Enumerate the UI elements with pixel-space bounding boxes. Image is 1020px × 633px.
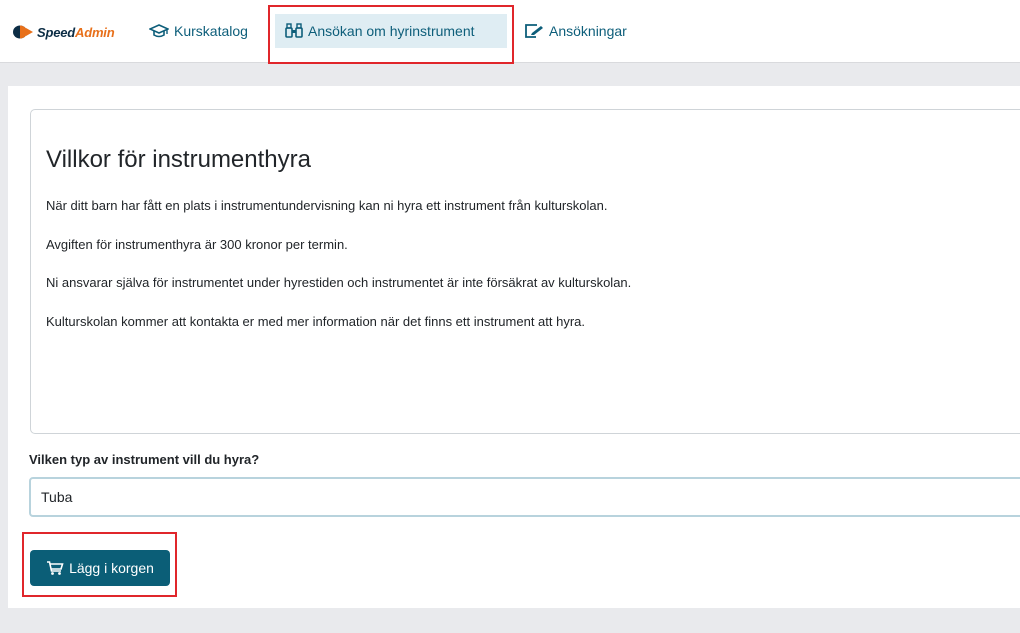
terms-paragraph: Avgiften för instrumenthyra är 300 krono… <box>46 237 348 252</box>
main-panel: Villkor för instrumenthyra När ditt barn… <box>8 86 1020 608</box>
binoculars-icon <box>285 23 303 38</box>
graduation-cap-icon <box>149 24 169 38</box>
add-to-cart-label: Lägg i korgen <box>69 560 154 576</box>
terms-paragraph: Ni ansvarar själva för instrumentet unde… <box>46 275 632 290</box>
terms-paragraph: Kulturskolan kommer att kontakta er med … <box>46 314 586 329</box>
instrument-type-value: Tuba <box>41 489 73 505</box>
edit-document-icon <box>525 24 543 38</box>
add-to-cart-button[interactable]: Lägg i korgen <box>30 550 170 586</box>
nav-item-label: Ansökan om hyrinstrument <box>308 23 475 39</box>
top-navbar: SpeedAdmin Kurskatalog Ansökan om hyrins… <box>0 0 1020 63</box>
brand-logo[interactable]: SpeedAdmin <box>12 22 115 42</box>
nav-item-kurskatalog[interactable]: Kurskatalog <box>149 14 248 48</box>
instrument-type-select[interactable]: Tuba <box>29 477 1020 517</box>
brand-name: SpeedAdmin <box>37 24 115 40</box>
terms-paragraph: När ditt barn har fått en plats i instru… <box>46 198 608 213</box>
nav-item-ansokningar[interactable]: Ansökningar <box>524 14 627 48</box>
cart-icon <box>47 561 64 575</box>
nav-item-label: Ansökningar <box>549 23 627 39</box>
instrument-type-label: Vilken typ av instrument vill du hyra? <box>29 452 260 467</box>
nav-item-ansokan-hyrinstrument[interactable]: Ansökan om hyrinstrument <box>275 14 507 48</box>
terms-title: Villkor för instrumenthyra <box>46 146 311 173</box>
speedadmin-logo-icon <box>13 25 33 39</box>
terms-card: Villkor för instrumenthyra När ditt barn… <box>30 109 1020 434</box>
nav-item-label: Kurskatalog <box>174 23 248 39</box>
